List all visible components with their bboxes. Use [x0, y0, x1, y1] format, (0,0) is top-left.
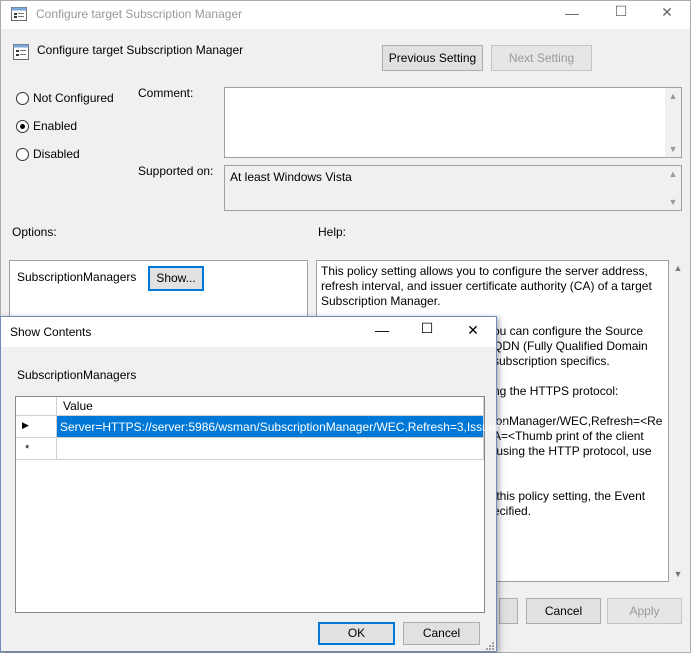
options-label: Options: [12, 225, 57, 239]
apply-button[interactable]: Apply [607, 598, 682, 624]
dialog-cancel-button[interactable]: Cancel [403, 622, 480, 645]
scroll-down-icon[interactable]: ▼ [665, 144, 681, 154]
row-value: Server=HTTPS://server:5986/wsman/Subscri… [60, 420, 519, 434]
new-row-icon: * [25, 443, 30, 455]
help-scrollbar[interactable]: ▲ ▼ [670, 260, 686, 582]
supported-on-value: At least Windows Vista [230, 170, 352, 184]
row-header-corner [16, 397, 57, 416]
current-row-icon: ▶ [22, 420, 29, 430]
radio-label: Not Configured [33, 91, 114, 105]
radio-label: Disabled [33, 147, 80, 161]
dialog-titlebar: Show Contents — ☐ ✕ [1, 317, 496, 347]
list-label: SubscriptionManagers [17, 368, 137, 382]
table-row[interactable] [57, 438, 484, 460]
scroll-up-icon[interactable]: ▲ [670, 263, 686, 273]
minimize-icon[interactable]: — [557, 5, 587, 21]
column-header-value[interactable]: Value [57, 397, 484, 416]
maximize-icon[interactable]: ☐ [606, 3, 636, 20]
main-titlebar: Configure target Subscription Manager — … [1, 1, 690, 29]
previous-setting-button[interactable]: Previous Setting [382, 45, 483, 71]
help-line: refresh interval, and issuer certificate… [321, 279, 652, 293]
scroll-up-icon[interactable]: ▲ [665, 91, 681, 101]
dialog-maximize-icon[interactable]: ☐ [412, 320, 442, 337]
row-marker[interactable]: ▶ [16, 416, 57, 438]
show-contents-dialog: Show Contents — ☐ ✕ SubscriptionManagers… [0, 316, 518, 652]
dialog-close-icon[interactable]: ✕ [458, 322, 488, 339]
dialog-ok-button[interactable]: OK [318, 622, 395, 645]
radio-disabled[interactable]: Disabled [16, 147, 126, 163]
supported-on-label: Supported on: [138, 164, 214, 178]
supported-scrollbar[interactable]: ▲ ▼ [665, 166, 681, 210]
supported-on-field: At least Windows Vista ▲ ▼ [224, 165, 682, 211]
radio-circle-checked[interactable] [16, 120, 29, 133]
subscription-managers-label: SubscriptionManagers [17, 270, 137, 284]
help-line: Subscription Manager. [321, 294, 441, 308]
window-title: Configure target Subscription Manager [36, 7, 243, 21]
comment-field[interactable]: ▲ ▼ [224, 87, 682, 158]
main-ok-button[interactable]: OK [499, 598, 518, 624]
header-policy-icon [13, 44, 29, 60]
next-setting-button[interactable]: Next Setting [491, 45, 592, 71]
close-icon[interactable]: ✕ [652, 4, 682, 21]
table-row[interactable]: Server=HTTPS://server:5986/wsman/Subscri… [57, 416, 518, 438]
radio-label: Enabled [33, 119, 78, 133]
row-marker[interactable]: * [16, 438, 57, 460]
comment-label: Comment: [138, 86, 194, 100]
header-title: Configure target Subscription Manager [37, 43, 244, 57]
help-label: Help: [318, 225, 347, 239]
comment-scrollbar[interactable]: ▲ ▼ [665, 88, 681, 157]
scroll-down-icon[interactable]: ▼ [670, 569, 686, 579]
options-panel: SubscriptionManagers Show... [9, 260, 308, 320]
radio-not-configured[interactable]: Not Configured [16, 91, 126, 107]
resize-grip-icon[interactable] [483, 639, 495, 651]
main-cancel-button[interactable]: Cancel [526, 598, 601, 624]
radio-enabled[interactable]: Enabled [16, 119, 126, 135]
scroll-down-icon[interactable]: ▼ [665, 197, 681, 207]
help-line: This policy setting allows you to config… [321, 264, 648, 278]
policy-icon [11, 7, 27, 21]
radio-circle[interactable] [16, 92, 29, 105]
dialog-title: Show Contents [10, 325, 92, 339]
values-grid[interactable]: Value ▶ Server=HTTPS://server:5986/wsman… [15, 396, 518, 613]
radio-circle[interactable] [16, 148, 29, 161]
show-button[interactable]: Show... [148, 266, 204, 291]
column-header-label: Value [63, 399, 93, 413]
dialog-minimize-icon[interactable]: — [367, 322, 397, 338]
scroll-up-icon[interactable]: ▲ [665, 169, 681, 179]
